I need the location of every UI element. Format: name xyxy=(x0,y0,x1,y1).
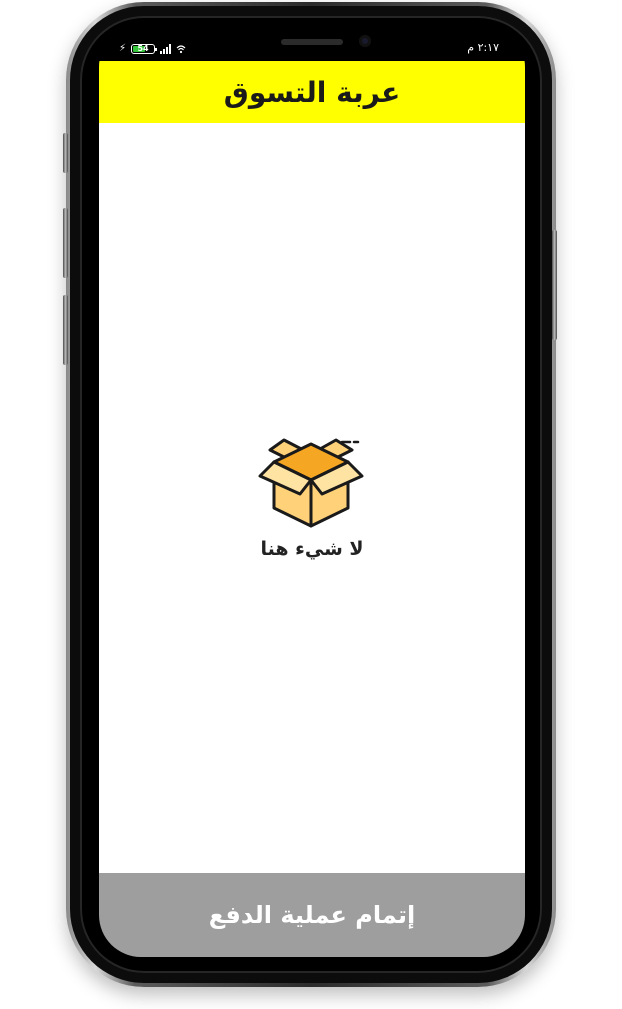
battery-cap xyxy=(155,48,158,51)
empty-cart-message: لا شيء هنا xyxy=(260,538,364,560)
volume-down-button xyxy=(63,295,68,365)
front-camera xyxy=(359,35,371,47)
battery-level: 54 xyxy=(137,44,149,53)
wifi-icon xyxy=(176,45,186,54)
checkout-button-label: إتمام عملية الدفع xyxy=(208,901,416,929)
mute-switch xyxy=(63,133,68,173)
checkout-button[interactable]: إتمام عملية الدفع xyxy=(99,873,525,957)
charging-bolt-icon: ⚡ xyxy=(119,43,127,54)
cell-signal-icon xyxy=(160,44,172,54)
cart-content: لا شيء هنا xyxy=(99,123,525,873)
page-title: عربة التسوق xyxy=(223,75,401,109)
open-box-icon xyxy=(258,438,364,528)
phone-screen: ⚡ 54 ٢:١٧ م عربة التسوق لا شيء هنا إتمام… xyxy=(99,25,525,957)
battery-icon: 54 xyxy=(131,44,158,54)
status-icons: ⚡ 54 xyxy=(119,42,186,56)
status-time: ٢:١٧ م xyxy=(467,41,499,54)
app-header: عربة التسوق xyxy=(99,61,525,123)
power-button xyxy=(552,230,557,340)
earpiece-speaker xyxy=(281,39,343,45)
volume-up-button xyxy=(63,208,68,278)
